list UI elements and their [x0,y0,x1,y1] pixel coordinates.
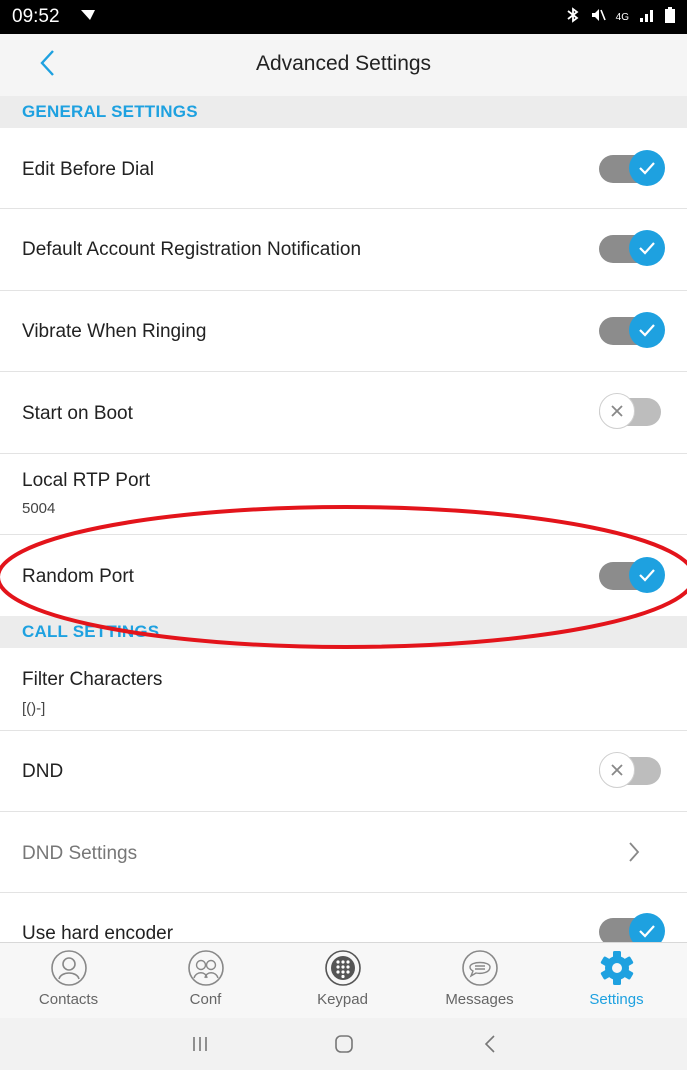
vibrate-when-ringing-toggle[interactable] [599,312,665,348]
status-icons: 4G [566,7,675,27]
notification-icon [80,8,96,27]
edit-before-dial-toggle[interactable] [599,150,665,186]
row-label: Vibrate When Ringing [22,321,207,342]
bottom-tab-bar: Contacts Conf Keypad Messages Settings [0,942,687,1019]
system-back-button[interactable] [470,1028,510,1060]
row-vibrate-when-ringing[interactable]: Vibrate When Ringing [0,291,687,372]
tab-label: Settings [589,991,644,1008]
home-button[interactable] [324,1028,364,1060]
start-on-boot-toggle[interactable] [599,393,665,429]
check-icon [639,242,655,255]
row-label: Edit Before Dial [22,159,155,180]
row-filter-characters[interactable]: Filter Characters [()-] [0,648,687,731]
app-header: Advanced Settings [0,34,687,96]
row-label: Filter Characters [22,669,163,690]
tab-settings[interactable]: Settings [548,943,685,1019]
row-label: Start on Boot [22,403,133,424]
settings-gear-icon [600,951,633,985]
row-value: [()-] [22,700,46,717]
section-general-settings: GENERAL SETTINGS [0,96,687,128]
row-start-on-boot[interactable]: Start on Boot [0,372,687,454]
row-label: Random Port [22,566,134,587]
mute-icon [590,7,606,27]
dnd-toggle[interactable] [599,752,665,788]
x-icon [611,764,623,776]
check-icon [639,324,655,337]
row-label: Default Account Registration Notificatio… [22,239,362,260]
tab-keypad[interactable]: Keypad [274,943,411,1019]
section-title: GENERAL SETTINGS [22,102,198,121]
x-icon [611,405,623,417]
row-label: Local RTP Port [22,470,151,491]
row-default-account-notification[interactable]: Default Account Registration Notificatio… [0,209,687,291]
contacts-icon [50,950,87,986]
keypad-icon [324,950,361,986]
row-edit-before-dial[interactable]: Edit Before Dial [0,128,687,209]
page-title: Advanced Settings [255,52,432,75]
messages-icon [461,950,498,986]
row-dnd[interactable]: DND [0,731,687,812]
section-call-settings: CALL SETTINGS [0,616,687,648]
recent-apps-icon [193,1037,207,1051]
bluetooth-icon [566,7,580,27]
status-bar: 09:52 4G [0,0,687,34]
chevron-right-icon [629,842,640,862]
tab-label: Conf [189,991,222,1008]
back-arrow-icon [484,1035,495,1053]
row-label: Use hard encoder [22,923,174,942]
random-port-toggle[interactable] [599,557,665,593]
row-dnd-settings[interactable]: DND Settings [0,812,687,893]
recent-apps-button[interactable] [180,1028,220,1060]
row-use-hard-encoder[interactable]: Use hard encoder [0,893,687,942]
row-label: DND [22,761,64,782]
check-icon [639,162,655,175]
battery-icon [665,7,675,27]
status-time: 09:52 [12,6,60,27]
use-hard-encoder-toggle[interactable] [599,913,665,942]
tab-contacts[interactable]: Contacts [0,943,137,1019]
tab-conf[interactable]: Conf [137,943,274,1019]
row-label: DND Settings [22,843,138,864]
row-value: 5004 [22,500,56,517]
check-icon [639,925,655,938]
home-icon [335,1035,353,1053]
network-type-label: 4G [615,11,629,23]
check-icon [639,569,655,582]
tab-label: Keypad [317,991,368,1008]
row-local-rtp-port[interactable]: Local RTP Port 5004 [0,454,687,535]
tab-label: Messages [445,991,514,1008]
default-account-notification-toggle[interactable] [599,230,665,266]
tab-messages[interactable]: Messages [411,943,548,1019]
section-title: CALL SETTINGS [22,622,160,641]
android-navigation-bar [0,1018,687,1070]
signal-icon [639,8,655,26]
tab-label: Contacts [38,991,99,1008]
row-random-port[interactable]: Random Port [0,535,687,615]
conference-icon [187,950,224,986]
